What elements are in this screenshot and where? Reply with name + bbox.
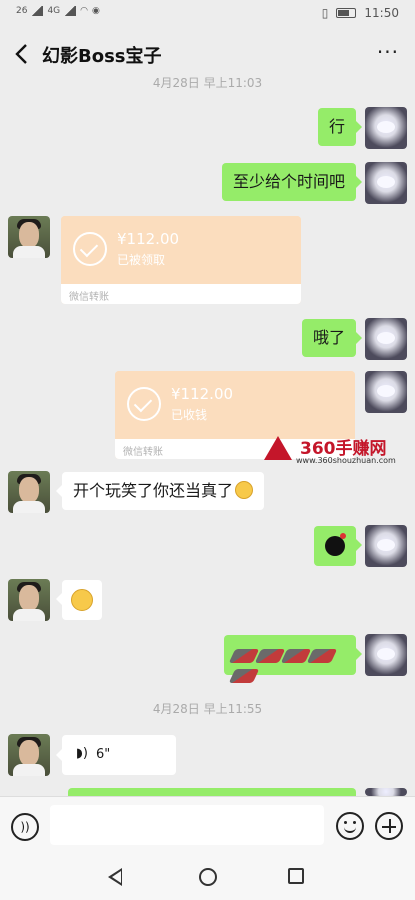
signal-bars-icon-2 <box>64 6 77 16</box>
avatar-contact[interactable] <box>8 216 50 258</box>
battery-icon <box>336 8 357 18</box>
signal-indicators: 26 4G ◠ ◉ <box>16 6 100 16</box>
avatar-body <box>13 501 45 513</box>
bomb-emoji-icon <box>325 533 346 556</box>
avatar-face <box>19 740 39 766</box>
time-separator: 4月28日 早上11:03 <box>152 76 263 90</box>
chat-title: 幻影Boss宝子 <box>42 46 162 67</box>
avatar-self[interactable] <box>365 525 407 567</box>
knife-emoji-icon <box>306 649 338 663</box>
avatar-body <box>13 764 45 776</box>
signal-label-2: 4G <box>47 6 61 16</box>
wifi-icon: ◠ <box>80 6 89 16</box>
vibrate-icon: ▯ <box>321 6 329 20</box>
avatar-self[interactable] <box>365 788 407 796</box>
avatar-body <box>13 246 45 258</box>
avatar-face <box>19 477 39 503</box>
crying-emoji-icon <box>71 589 93 611</box>
nav-back-icon[interactable] <box>108 868 122 886</box>
message-bubble-sent[interactable] <box>314 526 362 566</box>
emoji-icon[interactable] <box>336 812 364 840</box>
avatar-self[interactable] <box>365 107 407 149</box>
paw-icon <box>377 648 395 660</box>
voice-duration: 6" <box>96 747 111 762</box>
more-dots-icon[interactable]: ··· <box>377 40 399 64</box>
avatar-contact[interactable] <box>8 471 50 513</box>
avatar-self[interactable] <box>365 371 407 413</box>
watermark-logo-icon <box>264 436 292 460</box>
paw-icon <box>377 332 395 344</box>
knife-emoji-icon <box>228 669 260 683</box>
input-bar: )) <box>0 796 415 856</box>
message-bubble-sent[interactable] <box>224 635 362 683</box>
transfer-card-top: ¥112.00 已被领取 <box>61 216 301 284</box>
avatar-contact[interactable] <box>8 734 50 776</box>
check-circle-icon <box>73 232 107 266</box>
check-circle-icon <box>127 387 161 421</box>
message-bubble-sent[interactable]: 行 <box>317 108 363 146</box>
voice-wave-icon: ◗) <box>76 746 88 761</box>
transfer-footer: 微信转账 <box>61 284 301 304</box>
avatar-body <box>13 609 45 621</box>
signal-bars-icon <box>31 6 44 16</box>
voice-message[interactable]: ◗) 6" <box>56 735 176 775</box>
message-bubble-received[interactable]: 开个玩笑了你还当真了 <box>55 472 265 510</box>
status-bar: 26 4G ◠ ◉ ▯ 11:50 <box>0 0 415 30</box>
avatar-self[interactable] <box>365 318 407 360</box>
message-input[interactable] <box>50 805 324 845</box>
signal-label-1: 26 <box>16 6 28 16</box>
nav-recent-icon[interactable] <box>288 868 304 884</box>
avatar-self[interactable] <box>365 634 407 676</box>
status-right: ▯ 11:50 <box>322 6 399 20</box>
watermark: 360手赚网 www.360shouzhuan.com <box>262 432 412 472</box>
avatar-self[interactable] <box>365 162 407 204</box>
plus-icon[interactable] <box>375 812 403 840</box>
message-bubble-received[interactable] <box>56 580 102 620</box>
message-bubble-sent[interactable]: 哦了 <box>301 319 363 357</box>
nav-home-icon[interactable] <box>199 868 217 886</box>
time-separator: 4月28日 早上11:55 <box>152 702 263 716</box>
clock: 11:50 <box>364 6 399 20</box>
chevron-left-icon[interactable] <box>12 42 32 66</box>
system-nav-bar <box>0 856 415 900</box>
transfer-status: 已收钱 <box>171 408 208 422</box>
avatar-face <box>19 585 39 611</box>
laughing-emoji-icon <box>235 481 254 499</box>
eye-icon: ◉ <box>92 6 100 16</box>
chat-header: 幻影Boss宝子 ··· <box>0 30 415 78</box>
paw-icon <box>377 385 395 397</box>
transfer-card-top: ¥112.00 已收钱 <box>115 371 355 439</box>
watermark-url: www.360shouzhuan.com <box>296 456 396 465</box>
avatar-face <box>19 222 39 248</box>
voice-icon[interactable]: )) <box>11 813 39 841</box>
message-bubble-sent[interactable]: 至少给个时间吧 <box>221 163 363 201</box>
paw-icon <box>377 121 395 133</box>
paw-icon <box>377 176 395 188</box>
message-text: 开个玩笑了你还当真了 <box>73 481 234 500</box>
avatar-contact[interactable] <box>8 579 50 621</box>
transfer-card-received[interactable]: ¥112.00 已被领取 微信转账 <box>61 216 301 304</box>
paw-icon <box>377 539 395 551</box>
transfer-amount: ¥112.00 <box>117 230 180 248</box>
transfer-status: 已被领取 <box>117 253 166 267</box>
transfer-amount: ¥112.00 <box>171 385 234 403</box>
